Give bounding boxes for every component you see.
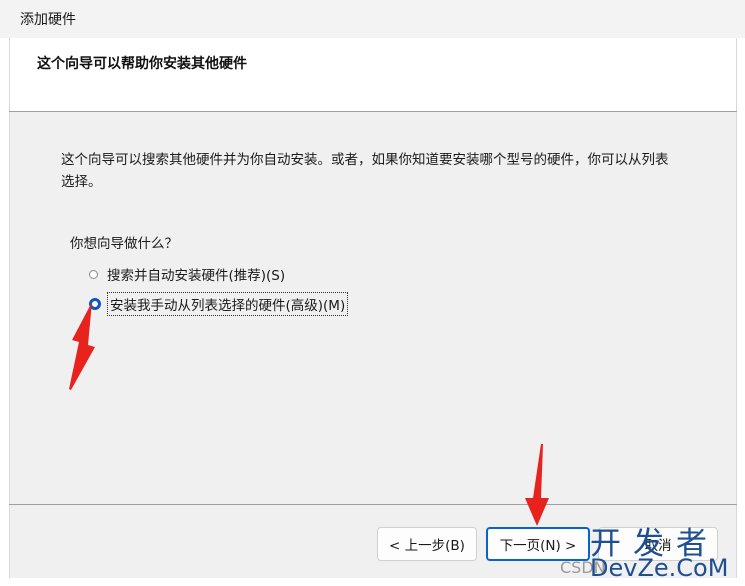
option-auto-install-label[interactable]: 搜索并自动安装硬件(推荐)(S) — [105, 263, 287, 285]
annotation-arrow-left — [69, 302, 95, 390]
wizard-description: 这个向导可以搜索其他硬件并为你自动安装。或者，如果你知道要安装哪个型号的硬件，你… — [61, 152, 669, 190]
back-button[interactable]: < 上一步(B) — [377, 527, 477, 561]
option-auto-install[interactable]: 搜索并自动安装硬件(推荐)(S) — [89, 263, 287, 285]
wizard-header: 这个向导可以帮助你安装其他硬件 — [9, 38, 737, 111]
wizard-question: 你想向导做什么？ — [70, 236, 178, 252]
cancel-button[interactable]: 取消 — [598, 527, 718, 561]
add-hardware-wizard-window: 添加硬件 这个向导可以帮助你安装其他硬件 这个向导可以搜索其他硬件并为你自动安装… — [0, 0, 745, 586]
radio-auto-install[interactable] — [89, 269, 98, 279]
option-manual-install-label[interactable]: 安装我手动从列表选择的硬件(高级)(M) — [106, 292, 349, 316]
annotation-arrow-down — [525, 444, 549, 526]
wizard-header-title: 这个向导可以帮助你安装其他硬件 — [37, 56, 247, 72]
next-button[interactable]: 下一页(N) > — [486, 527, 590, 561]
option-manual-install[interactable]: 安装我手动从列表选择的硬件(高级)(M) — [89, 292, 349, 316]
window-title: 添加硬件 — [20, 12, 76, 28]
title-bar[interactable]: 添加硬件 — [0, 0, 745, 38]
